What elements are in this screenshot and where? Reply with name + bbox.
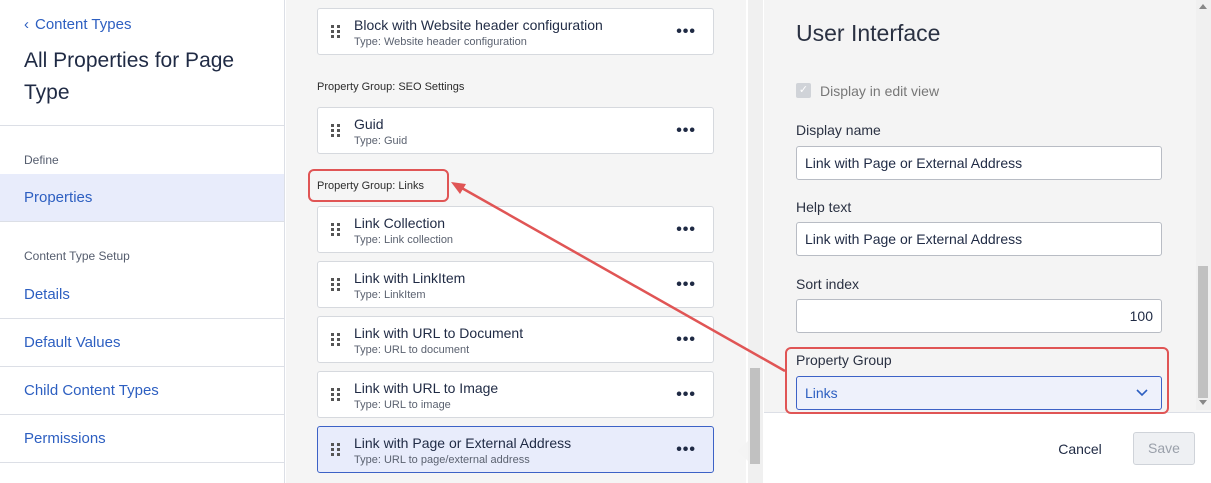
drag-handle-icon[interactable]	[331, 124, 341, 138]
more-options-icon[interactable]: •••	[676, 23, 696, 41]
property-title: Guid	[354, 116, 384, 132]
divider	[0, 221, 285, 222]
cancel-button[interactable]: Cancel	[1044, 433, 1116, 465]
panel-pointer	[738, 441, 748, 461]
property-card[interactable]: Link with URL to Document Type: URL to d…	[317, 316, 714, 363]
help-text-field[interactable]	[796, 222, 1162, 256]
drag-handle-icon[interactable]	[331, 388, 341, 402]
more-options-icon[interactable]: •••	[676, 331, 696, 349]
more-options-icon[interactable]: •••	[676, 441, 696, 459]
property-type: Type: LinkItem	[354, 289, 426, 301]
section-label-define: Define	[24, 153, 59, 167]
divider	[0, 462, 285, 463]
more-options-icon[interactable]: •••	[676, 386, 696, 404]
page-title: All Properties for Page Type	[24, 49, 235, 104]
property-title: Link with Page or External Address	[354, 435, 572, 451]
property-card[interactable]: Link Collection Type: Link collection ••…	[317, 206, 714, 253]
property-title: Block with Website header configuration	[354, 17, 603, 33]
list-scrollbar-thumb[interactable]	[750, 368, 760, 464]
save-button[interactable]: Save	[1133, 432, 1195, 465]
display-in-edit-view-label: Display in edit view	[820, 83, 940, 99]
display-in-edit-view-checkbox[interactable]: ✓	[796, 83, 811, 98]
divider	[0, 125, 285, 126]
property-type: Type: URL to page/external address	[354, 454, 530, 466]
sidebar: ‹ Content Types All Properties for Page …	[0, 0, 285, 483]
property-title: Link Collection	[354, 215, 446, 231]
scroll-down-arrow-icon[interactable]	[1199, 400, 1207, 405]
property-list: Block with Website header configuration …	[286, 0, 763, 483]
property-title: Link with URL to Image	[354, 380, 499, 396]
help-text-label: Help text	[796, 199, 852, 215]
nav-item-properties[interactable]: Properties	[0, 174, 284, 221]
nav-item-permissions[interactable]: Permissions	[0, 415, 284, 462]
property-card[interactable]: Block with Website header configuration …	[317, 8, 714, 55]
property-type: Type: URL to image	[354, 399, 451, 411]
annotation-highlight-property-group	[785, 347, 1169, 414]
drag-handle-icon[interactable]	[331, 278, 341, 292]
section-label-content-type-setup: Content Type Setup	[24, 249, 130, 263]
nav-item-default-values[interactable]: Default Values	[0, 319, 284, 366]
sort-index-field[interactable]	[796, 299, 1162, 333]
nav-item-child-content-types[interactable]: Child Content Types	[0, 367, 284, 414]
sort-index-label: Sort index	[796, 276, 860, 292]
scroll-up-arrow-icon[interactable]	[1199, 4, 1207, 9]
display-name-field[interactable]	[796, 146, 1162, 180]
display-name-label: Display name	[796, 122, 881, 138]
property-type: Type: Website header configuration	[354, 36, 527, 48]
nav-item-details[interactable]: Details	[0, 271, 284, 318]
chevron-left-icon: ‹	[24, 16, 29, 33]
property-title: Link with LinkItem	[354, 270, 466, 286]
property-type: Type: Link collection	[354, 234, 454, 246]
property-card[interactable]: Guid Type: Guid •••	[317, 107, 714, 154]
property-card[interactable]: Link with LinkItem Type: LinkItem •••	[317, 261, 714, 308]
panel-title: User Interface	[796, 20, 941, 46]
property-type: Type: Guid	[354, 135, 408, 147]
back-link-label: Content Types	[35, 16, 132, 33]
back-to-content-types-link[interactable]: ‹ Content Types	[24, 16, 131, 33]
drag-handle-icon[interactable]	[331, 25, 341, 39]
property-type: Type: URL to document	[354, 344, 470, 356]
panel-scrollbar-thumb[interactable]	[1198, 266, 1208, 398]
drag-handle-icon[interactable]	[331, 443, 341, 457]
annotation-highlight-group-label	[308, 169, 449, 202]
property-card-selected[interactable]: Link with Page or External Address Type:…	[317, 426, 714, 473]
panel-footer: Cancel Save	[764, 413, 1211, 483]
drag-handle-icon[interactable]	[331, 333, 341, 347]
drag-handle-icon[interactable]	[331, 223, 341, 237]
more-options-icon[interactable]: •••	[676, 221, 696, 239]
property-title: Link with URL to Document	[354, 325, 524, 341]
more-options-icon[interactable]: •••	[676, 276, 696, 294]
more-options-icon[interactable]: •••	[676, 122, 696, 140]
group-label-seo-settings: Property Group: SEO Settings	[317, 81, 465, 93]
property-card[interactable]: Link with URL to Image Type: URL to imag…	[317, 371, 714, 418]
